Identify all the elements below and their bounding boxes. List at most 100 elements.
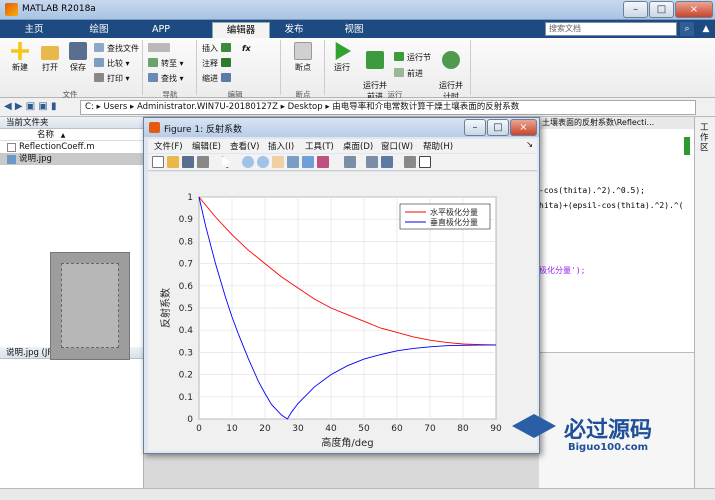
workspace-label: 工作区 (700, 123, 709, 153)
image-file-icon (7, 155, 16, 164)
dock-arrow-icon[interactable]: ↘ (526, 140, 533, 150)
tab-apps[interactable]: APP (134, 22, 188, 38)
figure-minimize-button[interactable]: – (464, 119, 486, 136)
figure-maximize-button[interactable]: □ (487, 119, 509, 136)
address-bar: ◀ ▶ ▣ ▣ ▮ C: ▸ Users ▸ Administrator.WIN… (0, 98, 715, 117)
new-label: 新建 (12, 63, 28, 72)
indent-button[interactable]: 缩进 (202, 73, 234, 84)
tab-editor[interactable]: 编辑器 (212, 22, 270, 38)
compare-button[interactable]: 比较 ▾ (94, 58, 130, 69)
goto-button[interactable]: 转至 ▾ (148, 58, 184, 69)
app-title: MATLAB R2018a (22, 4, 96, 14)
path-folder[interactable]: 由电导率和介电常数计算干燥土壤表面的反射系数 (332, 102, 519, 112)
menu-edit[interactable]: 编辑(E) (192, 140, 221, 152)
image-preview (50, 252, 130, 360)
advance-button[interactable]: 前进 (394, 68, 423, 79)
tab-publish[interactable]: 发布 (270, 22, 318, 38)
find-button[interactable]: 查找 ▾ (148, 73, 184, 84)
nav-arrows[interactable] (148, 43, 173, 54)
run-advance-icon (366, 51, 384, 69)
menu-tools[interactable]: 工具(T) (305, 140, 334, 152)
path-users[interactable]: Users (103, 102, 127, 112)
file-row[interactable]: 说明.jpg (0, 153, 143, 165)
colorbar-icon[interactable] (366, 156, 378, 168)
folder-icon (41, 46, 59, 60)
open-button[interactable]: 打开 (36, 42, 64, 73)
find-label: 查找 (161, 74, 177, 83)
x-tick-label: 20 (259, 424, 271, 434)
separator (142, 40, 143, 95)
new-figure-icon[interactable] (152, 156, 164, 168)
menu-file[interactable]: 文件(F) (154, 140, 183, 152)
separator (470, 40, 471, 95)
print-button[interactable]: 打印 ▾ (94, 73, 130, 84)
y-tick-label: 0.4 (179, 326, 194, 336)
zoom-in-icon[interactable] (242, 156, 254, 168)
find-files-button[interactable]: 查找文件 (94, 43, 139, 54)
name-column-label: 名称 (37, 130, 55, 140)
y-tick-label: 0.8 (179, 237, 194, 247)
preview-thumbnail (61, 263, 119, 348)
link-plot-icon[interactable] (344, 156, 356, 168)
new-button[interactable]: 新建 (6, 42, 34, 73)
data-cursor-icon[interactable] (302, 156, 314, 168)
comment-icon (220, 58, 231, 67)
minimize-button[interactable]: – (623, 1, 648, 18)
file-row[interactable]: ReflectionCoeff.m (0, 141, 143, 153)
tab-view[interactable]: 视图 (330, 22, 378, 38)
search-input[interactable]: 搜索文档 (545, 22, 677, 36)
menu-window[interactable]: 窗口(W) (381, 140, 413, 152)
plus-icon (11, 42, 29, 60)
y-tick-label: 0.5 (179, 304, 193, 314)
figure-close-button[interactable]: × (510, 119, 537, 136)
print-figure-icon[interactable] (197, 156, 209, 168)
tab-plots[interactable]: 绘图 (72, 22, 126, 38)
run-section-button[interactable]: 运行节 (394, 52, 431, 63)
menu-desktop[interactable]: 桌面(D) (343, 140, 373, 152)
menu-help[interactable]: 帮助(H) (423, 140, 453, 152)
column-header[interactable]: 名称 ▲ (0, 129, 143, 141)
path-desktop[interactable]: Desktop (288, 102, 323, 112)
editor-tab[interactable]: 土壤表面的反射系数\Reflecti... (539, 117, 694, 129)
print-icon (94, 73, 104, 82)
tab-home[interactable]: 主页 (10, 22, 58, 38)
indent-label: 缩进 (202, 74, 218, 83)
advance-label: 前进 (407, 69, 423, 78)
run-button[interactable]: 运行 (328, 42, 356, 73)
y-tick-label: 0.3 (179, 348, 193, 358)
search-icon[interactable]: ⌕ (680, 22, 694, 36)
nav-arrows-icon[interactable]: ◀ ▶ ▣ ▣ ▮ (4, 101, 57, 112)
pan-icon[interactable] (272, 156, 284, 168)
close-button[interactable]: × (675, 1, 713, 18)
maximize-button[interactable]: □ (649, 1, 674, 18)
rotate-icon[interactable] (287, 156, 299, 168)
legend-icon[interactable] (381, 156, 393, 168)
collapse-ribbon-icon[interactable]: ▲ (699, 22, 713, 36)
open-file-icon[interactable] (167, 156, 179, 168)
fx-button[interactable]: fx (242, 43, 251, 54)
comment-button[interactable]: 注释 (202, 58, 234, 69)
path-field[interactable]: C: ▸ Users ▸ Administrator.WIN7U-2018012… (80, 100, 696, 115)
path-admin[interactable]: Administrator.WIN7U-20180127Z (137, 102, 278, 112)
insert-button[interactable]: 插入 (202, 43, 234, 54)
path-drive[interactable]: C: (85, 102, 94, 112)
menu-insert[interactable]: 插入(I) (268, 140, 294, 152)
save-button[interactable]: 保存 (64, 42, 92, 73)
breakpoints-button[interactable]: 断点 (288, 42, 318, 73)
figure-window: Figure 1: 反射系数 – □ × 文件(F) 编辑(E) 查看(V) 插… (143, 117, 540, 454)
y-tick-label: 0.2 (179, 371, 193, 381)
brush-icon[interactable] (317, 156, 329, 168)
zoom-out-icon[interactable] (257, 156, 269, 168)
insert-label: 插入 (202, 44, 218, 53)
compare-icon (94, 58, 104, 67)
hide-tools-icon[interactable] (404, 156, 416, 168)
pointer-icon[interactable] (222, 156, 231, 168)
figure-title: Figure 1: 反射系数 (164, 125, 242, 135)
x-axis-label: 高度角/deg (321, 436, 373, 449)
comment-label: 注释 (202, 59, 218, 68)
save-figure-icon[interactable] (182, 156, 194, 168)
save-label: 保存 (70, 63, 86, 72)
menu-view[interactable]: 查看(V) (230, 140, 259, 152)
show-tools-icon[interactable] (419, 156, 431, 168)
advance-icon (394, 68, 404, 77)
